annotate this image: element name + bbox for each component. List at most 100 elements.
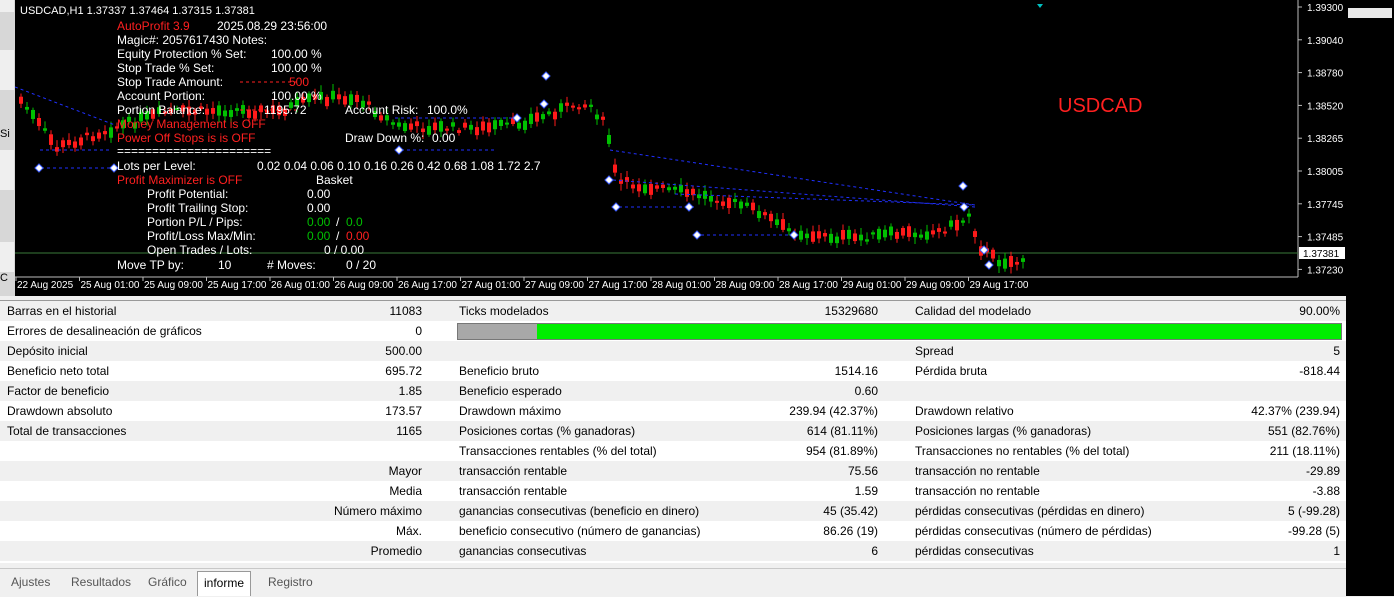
largest-loss-value: -29.89 xyxy=(1305,464,1340,478)
report-panel: Barras en el historial 11083 Ticks model… xyxy=(0,300,1346,563)
candle-body xyxy=(31,109,35,119)
modeling-quality-label: Calidad del modelado xyxy=(915,304,1032,318)
candle-body xyxy=(559,103,563,112)
pl-maxmin-separator: / xyxy=(336,229,340,243)
window-control-bar xyxy=(1348,8,1392,18)
time-tick-label: 28 Aug 09:00 xyxy=(716,280,775,291)
candle-body xyxy=(229,110,233,117)
candle-body xyxy=(205,108,209,115)
chart-errors-value: 0 xyxy=(415,324,422,338)
profit-trades-label: Transacciones rentables (% del total) xyxy=(459,444,657,458)
candle-body xyxy=(913,232,917,238)
candle-body xyxy=(775,219,779,226)
candle-body xyxy=(895,231,899,239)
tab-report[interactable]: informe xyxy=(197,571,252,596)
candle-body xyxy=(745,202,749,206)
candle-body xyxy=(847,229,851,239)
candle-body xyxy=(499,119,503,126)
candle-body xyxy=(97,132,101,139)
pl-min-value: 0.00 xyxy=(346,229,370,243)
time-tick-label: 29 Aug 01:00 xyxy=(843,280,902,291)
candle-body xyxy=(751,202,755,211)
candle-body xyxy=(715,200,719,203)
candle-body xyxy=(49,134,53,145)
gross-loss-label: Pérdida bruta xyxy=(915,364,988,378)
report-row: Factor de beneficio 1.85 Beneficio esper… xyxy=(0,381,1346,401)
report-row: Drawdown absoluto 173.57 Drawdown máximo… xyxy=(0,401,1346,421)
time-tick-label: 28 Aug 17:00 xyxy=(779,280,838,291)
candle-body xyxy=(403,123,407,132)
candle-body xyxy=(691,188,695,196)
max-consec-losses-label: pérdidas consecutivas (pérdidas en diner… xyxy=(915,504,1145,518)
time-tick-label: 26 Aug 09:00 xyxy=(335,280,394,291)
avg-consec-wins-label: ganancias consecutivas xyxy=(459,544,587,558)
price-tick-label: 1.38520 xyxy=(1307,101,1344,112)
gross-loss-value: -818.44 xyxy=(1299,364,1340,378)
report-row: Media transacción rentable 1.59 transacc… xyxy=(0,481,1346,501)
candle-body xyxy=(79,137,83,146)
expected-payoff-value: 0.60 xyxy=(854,384,878,398)
drawdown-value: 0.00 xyxy=(432,131,456,145)
price-tick-label: 1.38780 xyxy=(1307,69,1344,80)
total-trades-value: 1165 xyxy=(396,424,422,438)
candle-body xyxy=(235,108,239,111)
candle-body xyxy=(397,122,401,127)
stop-trade-pct-value: 100.00 % xyxy=(271,61,322,75)
candle-body xyxy=(607,134,611,144)
candle-body xyxy=(241,105,245,114)
max-drawdown-label: Drawdown máximo xyxy=(459,404,562,418)
tab-graph[interactable]: Gráfico xyxy=(148,575,187,589)
maximal-consec-loss-value: -99.28 (5) xyxy=(1287,524,1340,538)
candle-body xyxy=(61,140,65,148)
tab-journal[interactable]: Registro xyxy=(268,575,313,589)
candle-body xyxy=(433,122,437,131)
candle-body xyxy=(727,197,731,209)
price-tick-label: 1.39040 xyxy=(1307,36,1344,47)
account-risk-value: 100.0% xyxy=(427,103,468,117)
candle-body xyxy=(91,136,95,142)
tab-settings[interactable]: Ajustes xyxy=(11,575,50,589)
candle-body xyxy=(967,213,971,217)
average-loss-label: transacción no rentable xyxy=(915,484,1040,498)
magic-number: Magic#: 2057617430 Notes: xyxy=(117,33,268,47)
candle-body xyxy=(781,219,785,230)
profit-potential-value: 0.00 xyxy=(307,187,331,201)
current-price-label: 1.37381 xyxy=(1303,249,1340,260)
candle-body xyxy=(577,107,581,110)
candle-body xyxy=(451,122,455,127)
candle-body xyxy=(721,201,725,206)
initial-deposit-label: Depósito inicial xyxy=(7,344,88,358)
tab-results[interactable]: Resultados xyxy=(71,575,131,589)
lots-per-level-label: Lots per Level: xyxy=(117,159,196,173)
candle-body xyxy=(337,94,341,100)
loss-trades-value: 211 (18.11%) xyxy=(1269,444,1340,458)
candle-body xyxy=(571,105,575,108)
candle-body xyxy=(931,230,935,235)
basket-label: Basket xyxy=(316,173,353,187)
candle-body xyxy=(811,231,815,242)
candle-body xyxy=(877,228,881,240)
candle-body xyxy=(667,187,671,191)
open-trades-value: 0 / 0.00 xyxy=(324,243,365,257)
candle-body xyxy=(583,104,587,108)
candle-body xyxy=(415,121,419,127)
candle-body xyxy=(961,220,965,223)
strip-segment xyxy=(0,0,14,12)
trade-line xyxy=(15,86,116,126)
price-chart[interactable]: 1.39300 1.39040 1.38780 1.38520 1.38265 1.380… xyxy=(15,0,1346,296)
candle-body xyxy=(661,184,665,188)
stop-trade-amount-value: 500 xyxy=(289,75,310,89)
time-tick-label: 26 Aug 01:00 xyxy=(271,280,330,291)
equity-protection-label: Equity Protection % Set: xyxy=(117,47,247,61)
spread-value: 5 xyxy=(1333,344,1340,358)
report-row: Promedio ganancias consecutivas 6 pérdid… xyxy=(0,541,1346,561)
trade-marker xyxy=(539,99,549,109)
candle-body xyxy=(871,232,875,235)
maximal-consec-profit-label: beneficio consecutivo (número de gananci… xyxy=(459,524,701,538)
price-tick-label: 1.37230 xyxy=(1307,265,1344,276)
candle-body xyxy=(613,164,617,173)
candle-body xyxy=(43,128,47,131)
maximal-consec-loss-label: pérdidas consecutivas (número de pérdida… xyxy=(915,524,1152,538)
candle-body xyxy=(853,233,857,242)
stop-trade-amount-label: Stop Trade Amount: xyxy=(117,75,224,89)
